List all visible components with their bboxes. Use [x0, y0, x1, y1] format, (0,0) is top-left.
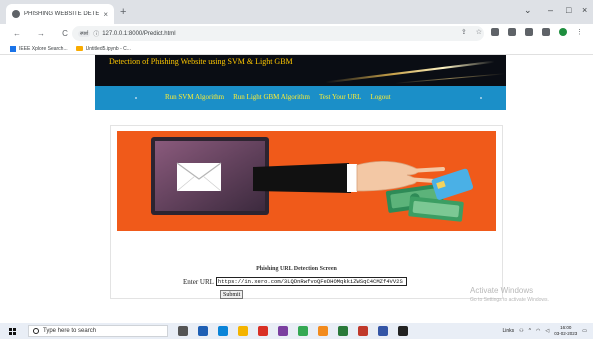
puzzle-icon[interactable] [508, 28, 516, 36]
vlc-icon[interactable] [318, 326, 328, 336]
windows-start-icon[interactable] [9, 327, 16, 335]
site-badge[interactable]: स्पर्श [78, 30, 91, 37]
maximize-button[interactable]: □ [566, 5, 571, 15]
nav-logout[interactable]: Logout [370, 93, 390, 101]
sidebar-icon[interactable] [525, 28, 533, 36]
volume-icon[interactable]: ◁ [545, 328, 549, 334]
profile-icon[interactable] [542, 28, 550, 36]
excel-icon[interactable] [338, 326, 348, 336]
toolbar-icons: ⇪ ☆ ⋮ [461, 28, 583, 36]
submit-button[interactable]: Submit [220, 290, 244, 299]
header-light-streak [325, 60, 495, 84]
url-input[interactable] [215, 277, 407, 286]
tab-close-icon[interactable]: × [103, 10, 108, 19]
search-placeholder: Type here to search [43, 328, 97, 334]
site-title: Detection of Phishing Website using SVM … [109, 57, 293, 66]
photos-icon[interactable] [278, 326, 288, 336]
bookmark-label: Untitled5.ipynb - C... [85, 45, 131, 52]
nav-test-url[interactable]: Test Your URL [319, 93, 362, 101]
nav-dot [480, 97, 482, 99]
section-title: Phishing URL Detection Screen [256, 266, 337, 272]
terminal-icon[interactable] [398, 326, 408, 336]
powerpoint-icon[interactable] [358, 326, 368, 336]
hero-image [117, 131, 496, 231]
page-margin-right [506, 55, 593, 323]
back-icon[interactable]: ← [10, 29, 24, 38]
forward-icon[interactable]: → [34, 29, 48, 38]
tab-search-icon[interactable]: ⌄ [524, 5, 532, 16]
content-card [110, 125, 503, 299]
menu-kebab-icon[interactable]: ⋮ [576, 28, 583, 36]
bookmarks-bar: IEEE Xplore Search... Untitled5.ipynb - … [0, 43, 593, 55]
extension-icon[interactable] [491, 28, 499, 36]
info-icon[interactable]: ⓘ [93, 29, 99, 38]
site-navigation: Run SVM Algorithm Run Light GBM Algorith… [95, 86, 506, 110]
nav-run-svm[interactable]: Run SVM Algorithm [165, 93, 224, 101]
share-icon[interactable]: ⇪ [461, 28, 467, 36]
watermark-subtitle: Go to Settings to activate Windows. [470, 297, 549, 303]
phishing-illustration [117, 131, 496, 231]
main-content [95, 110, 506, 323]
bookmark-ieee[interactable]: IEEE Xplore Search... [10, 45, 68, 52]
ieee-icon [10, 45, 16, 52]
tab-title: PHISHING WEBSITE DETECTION [24, 11, 100, 17]
address-bar[interactable]: स्पर्श ⓘ 127.0.0.1:8000/Predict.html [72, 26, 484, 41]
site-header: Detection of Phishing Website using SVM … [95, 55, 506, 86]
file-explorer-icon[interactable] [198, 326, 208, 336]
url-text[interactable]: 127.0.0.1:8000/Predict.html [102, 31, 175, 37]
task-view-icon[interactable] [178, 326, 188, 336]
tray-links[interactable]: Links [502, 328, 514, 334]
colab-icon [75, 46, 83, 51]
bookmark-label: IEEE Xplore Search... [19, 45, 68, 52]
close-window-button[interactable]: × [582, 5, 587, 15]
minimize-button[interactable]: – [548, 5, 553, 15]
page-margin-left [0, 55, 95, 323]
system-tray: Links ⚇ ^ ◠ ◁ 16:00 03-02-2023 ▭ [502, 325, 587, 337]
store-icon[interactable] [238, 326, 248, 336]
edge-icon[interactable] [218, 326, 228, 336]
word-icon[interactable] [378, 326, 388, 336]
chevron-up-icon[interactable]: ^ [529, 328, 531, 334]
header-light-streak-2 [395, 73, 505, 84]
reload-icon[interactable]: C [58, 29, 72, 38]
security-extension-icon[interactable] [559, 28, 567, 36]
tab-strip: PHISHING WEBSITE DETECTION × + ⌄ – □ × [0, 0, 593, 24]
nav-dot [135, 97, 137, 99]
taskbar-search[interactable]: Type here to search [28, 325, 168, 337]
cortana-icon [33, 328, 39, 334]
tab-favicon-icon [12, 10, 20, 18]
wifi-icon[interactable]: ◠ [536, 328, 540, 334]
clock-date: 03-02-2023 [554, 331, 578, 336]
new-tab-button[interactable]: + [120, 6, 126, 18]
watermark-title: Activate Windows [470, 286, 534, 295]
notification-icon[interactable]: ▭ [582, 328, 587, 334]
url-label: Enter URL [183, 277, 214, 286]
chrome-icon[interactable] [298, 326, 308, 336]
browser-toolbar: ← → C स्पर्श ⓘ 127.0.0.1:8000/Predict.ht… [0, 24, 593, 43]
people-icon[interactable]: ⚇ [519, 328, 523, 334]
browser-tab[interactable]: PHISHING WEBSITE DETECTION × [6, 4, 114, 24]
bookmark-colab[interactable]: Untitled5.ipynb - C... [75, 45, 131, 52]
page-viewport: Detection of Phishing Website using SVM … [0, 55, 593, 323]
pinned-apps [178, 326, 408, 336]
bookmark-star-icon[interactable]: ☆ [476, 28, 482, 36]
activate-windows-watermark: Activate Windows Go to Settings to activ… [470, 286, 549, 303]
nav-run-lightgbm[interactable]: Run Light GBM Algorithm [233, 93, 310, 101]
clock[interactable]: 16:00 03-02-2023 [554, 325, 577, 337]
mail-icon[interactable] [258, 326, 268, 336]
url-form: Enter URL [183, 277, 407, 286]
windows-taskbar: Type here to search Links ⚇ ^ ◠ ◁ 16:00 … [0, 323, 593, 339]
